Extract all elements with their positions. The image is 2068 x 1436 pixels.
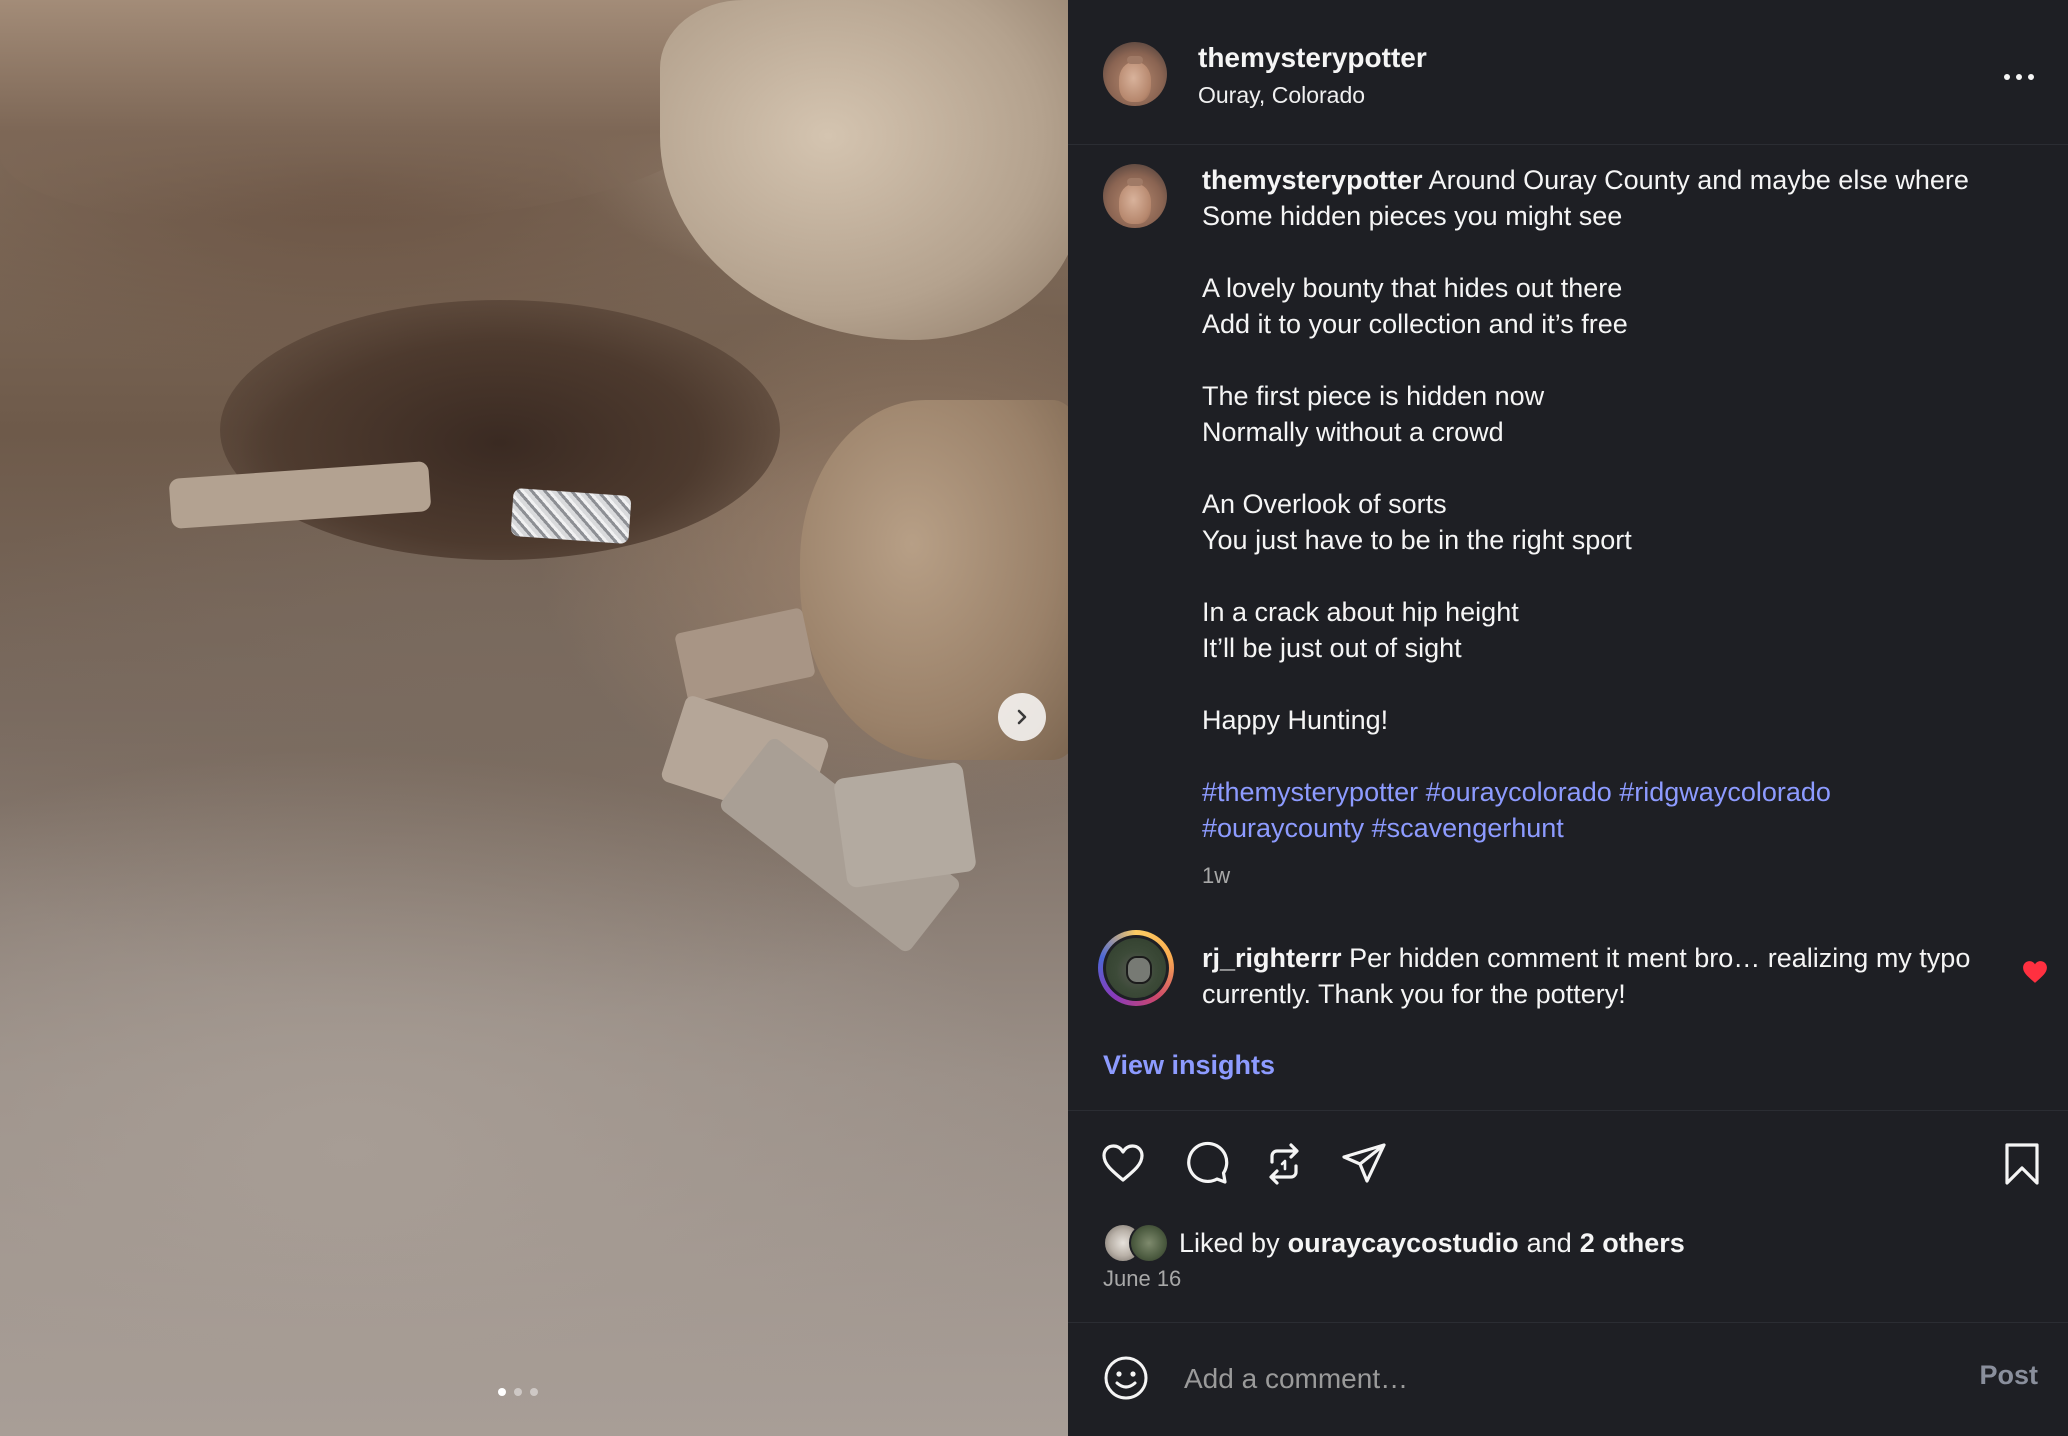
caption-line: A lovely bounty that hides out there — [1202, 273, 1623, 303]
hashtags: #themysterypotter #ouraycolorado #ridgwa… — [1202, 774, 2042, 846]
repost-icon[interactable] — [1260, 1140, 1308, 1188]
rock-top-right — [660, 0, 1068, 340]
liked-by-joiner: and — [1526, 1227, 1572, 1258]
caption-line: Happy Hunting! — [1202, 705, 1389, 735]
caption-line: It’ll be just out of sight — [1202, 633, 1462, 663]
emoji-icon[interactable] — [1102, 1354, 1150, 1402]
rock-overhang — [0, 0, 720, 220]
caption-author-username[interactable]: themysterypotter — [1202, 165, 1423, 195]
cave-shadow — [220, 300, 780, 560]
divider — [1068, 1322, 2068, 1323]
commenter-avatar[interactable] — [1098, 930, 1174, 1006]
post-location[interactable]: Ouray, Colorado — [1198, 82, 1365, 109]
post-details-panel: themysterypotter Ouray, Colorado themyst… — [1068, 0, 2068, 1436]
carousel-dots — [498, 1388, 538, 1396]
hashtag-link[interactable]: #themysterypotter — [1202, 777, 1418, 807]
liked-by-others[interactable]: 2 others — [1580, 1228, 1685, 1259]
commenter-username[interactable]: rj_righterrr — [1202, 943, 1342, 973]
hashtag-link[interactable]: #ouraycounty — [1202, 813, 1364, 843]
liked-by-prefix: Liked by — [1179, 1227, 1280, 1258]
add-comment-input[interactable] — [1182, 1356, 1886, 1402]
comment-icon[interactable] — [1183, 1140, 1231, 1188]
bookmark-icon[interactable] — [1998, 1140, 2046, 1188]
hashtag-link[interactable]: #scavengerhunt — [1372, 813, 1564, 843]
liker-avatar[interactable] — [1129, 1223, 1169, 1263]
divider — [1068, 1110, 2068, 1111]
post-caption: themysterypotter Around Ouray County and… — [1202, 162, 2042, 894]
rock-slab — [674, 607, 816, 703]
chevron-right-icon — [1017, 709, 1027, 725]
author-avatar[interactable] — [1103, 42, 1167, 106]
view-insights-link[interactable]: View insights — [1103, 1050, 1275, 1081]
foil-package — [510, 487, 632, 545]
post-photo[interactable] — [0, 0, 1068, 1436]
likes-summary: Liked by ouraycaycostudio and 2 others — [1103, 1222, 1685, 1264]
caption-line: In a crack about hip height — [1202, 597, 1519, 627]
caption-line: An Overlook of sorts — [1202, 489, 1447, 519]
carousel-dot — [530, 1388, 538, 1396]
caption-line: Around Ouray County and maybe else where — [1428, 165, 1969, 195]
carousel-dot — [514, 1388, 522, 1396]
carousel-dot — [498, 1388, 506, 1396]
author-username[interactable]: themysterypotter — [1198, 42, 1427, 74]
caption-line: The first piece is hidden now — [1202, 381, 1545, 411]
more-options-icon[interactable] — [2004, 74, 2034, 80]
hashtag-link[interactable]: #ouraycolorado — [1426, 777, 1612, 807]
comment-item: rj_righterrr Per hidden comment it ment … — [1068, 930, 2068, 1030]
caption-line: Normally without a crowd — [1202, 417, 1504, 447]
comment-body: rj_righterrr Per hidden comment it ment … — [1202, 940, 2052, 1012]
rock-slab — [832, 761, 978, 889]
caption-timestamp[interactable]: 1w — [1202, 858, 2042, 894]
post-header: themysterypotter Ouray, Colorado — [1068, 6, 2068, 145]
post-date[interactable]: June 16 — [1103, 1266, 1181, 1292]
heart-filled-icon[interactable] — [2022, 960, 2048, 984]
caption-line: You just have to be in the right sport — [1202, 525, 1632, 555]
caption-line: Add it to your collection and it’s free — [1202, 309, 1628, 339]
carousel-next-button[interactable] — [998, 693, 1046, 741]
heart-icon[interactable] — [1099, 1140, 1147, 1188]
share-icon[interactable] — [1340, 1140, 1388, 1188]
caption-line: Some hidden pieces you might see — [1202, 201, 1623, 231]
hashtag-link[interactable]: #ridgwaycolorado — [1619, 777, 1831, 807]
caption-author-avatar[interactable] — [1103, 164, 1167, 228]
liked-by-user[interactable]: ouraycaycostudio — [1288, 1228, 1519, 1259]
post-comment-button[interactable]: Post — [1979, 1360, 2038, 1391]
